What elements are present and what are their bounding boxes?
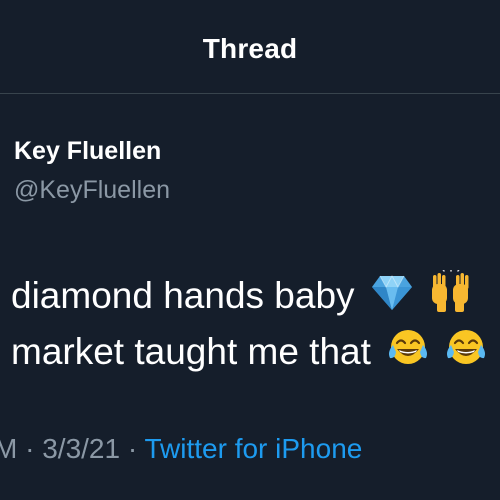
meta-separator: · [25, 433, 35, 464]
author-display-name[interactable]: Key Fluellen [14, 136, 170, 166]
tweet-date[interactable]: 3/3/21 [42, 433, 120, 464]
tears-of-joy-icon [387, 328, 429, 382]
tweet-time[interactable]: M [0, 433, 17, 464]
tweet-author[interactable]: Key Fluellen @KeyFluellen [14, 136, 170, 205]
tweet-line-2-text: market taught me that [11, 331, 371, 372]
meta-separator: · [127, 433, 138, 464]
tweet-meta: M · 3/3/21 · Twitter for iPhone [0, 433, 362, 465]
thread-header: Thread [0, 0, 500, 94]
page-title: Thread [202, 33, 298, 64]
tweet-line-1-text: diamond hands baby [11, 275, 355, 316]
gem-stone-icon [371, 272, 413, 326]
tweet-line-1: diamond hands baby [11, 267, 487, 326]
tweet-text: diamond hands baby market taught me that [11, 267, 487, 382]
tweet-source-link[interactable]: Twitter for iPhone [144, 433, 362, 464]
raising-hands-icon [429, 267, 473, 326]
tweet-line-2: market taught me that [11, 326, 487, 382]
tears-of-joy-icon [445, 328, 487, 382]
author-handle[interactable]: @KeyFluellen [14, 175, 170, 205]
